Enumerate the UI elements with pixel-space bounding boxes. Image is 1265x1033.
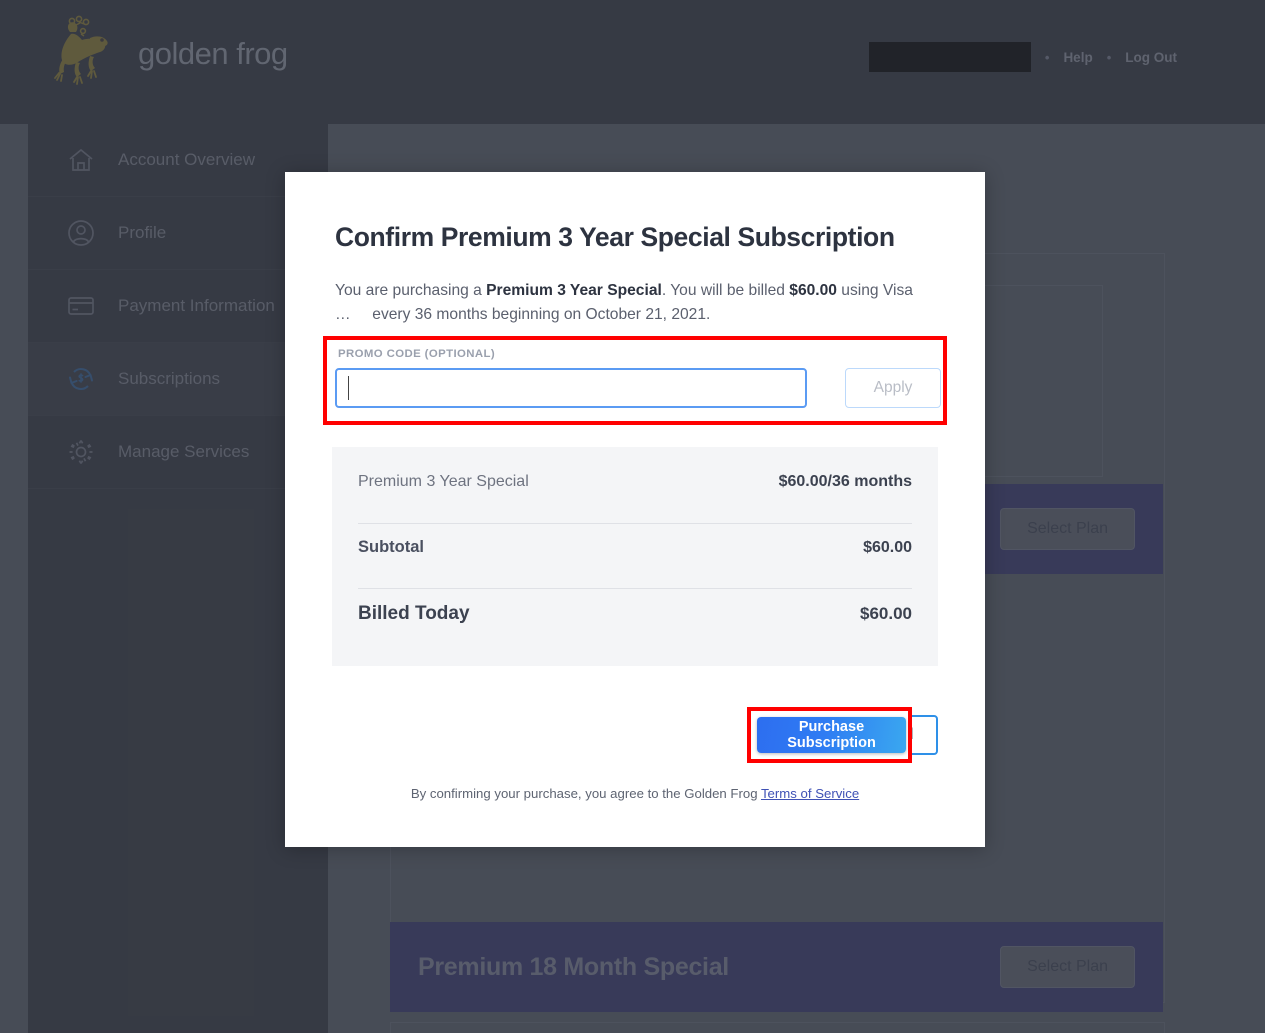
desc-part3: using Visa <box>836 282 913 299</box>
modal-title: Confirm Premium 3 Year Special Subscript… <box>335 222 895 252</box>
desc-price: $60.00 <box>789 282 837 299</box>
summary-divider <box>358 588 912 589</box>
desc-part2: . You will be billed <box>661 282 790 299</box>
summary-label: Subtotal <box>358 538 424 556</box>
modal-description: You are purchasing a Premium 3 Year Spec… <box>335 279 935 326</box>
summary-value: $60.00/36 months <box>778 473 912 490</box>
desc-part1: You are purchasing a <box>335 282 487 299</box>
terms-notice: By confirming your purchase, you agree t… <box>332 786 938 801</box>
promo-code-input[interactable] <box>335 368 807 408</box>
purchase-subscription-button[interactable]: Purchase Subscription <box>757 717 906 753</box>
summary-value: $60.00 <box>863 539 912 556</box>
text-cursor <box>348 376 349 400</box>
apply-promo-button[interactable]: Apply <box>845 368 941 408</box>
summary-row-subtotal: Subtotal $60.00 <box>358 538 912 582</box>
promo-code-label: PROMO CODE (OPTIONAL) <box>338 348 496 360</box>
order-summary-panel: Premium 3 Year Special $60.00/36 months … <box>332 447 938 666</box>
desc-line2: every 36 months beginning on October 21,… <box>372 305 711 323</box>
purchase-button-highlight: Purchase Subscription <box>747 707 912 763</box>
summary-row-plan: Premium 3 Year Special $60.00/36 months <box>358 473 912 517</box>
desc-line2-prefix: … <box>335 305 351 323</box>
modal-body: Confirm Premium 3 Year Special Subscript… <box>285 172 985 326</box>
summary-label: Billed Today <box>358 603 470 624</box>
app-root: golden frog • Help • Log Out Account Ove… <box>0 0 1265 1033</box>
terms-of-service-link[interactable]: Terms of Service <box>761 786 859 801</box>
summary-value: $60.00 <box>860 604 912 623</box>
summary-row-billed-today: Billed Today $60.00 <box>358 603 912 647</box>
promo-code-highlight: PROMO CODE (OPTIONAL) Apply <box>323 336 947 425</box>
summary-divider <box>358 523 912 524</box>
summary-label: Premium 3 Year Special <box>358 473 529 490</box>
terms-text: By confirming your purchase, you agree t… <box>410 786 761 801</box>
desc-plan-name: Premium 3 Year Special <box>486 282 662 299</box>
